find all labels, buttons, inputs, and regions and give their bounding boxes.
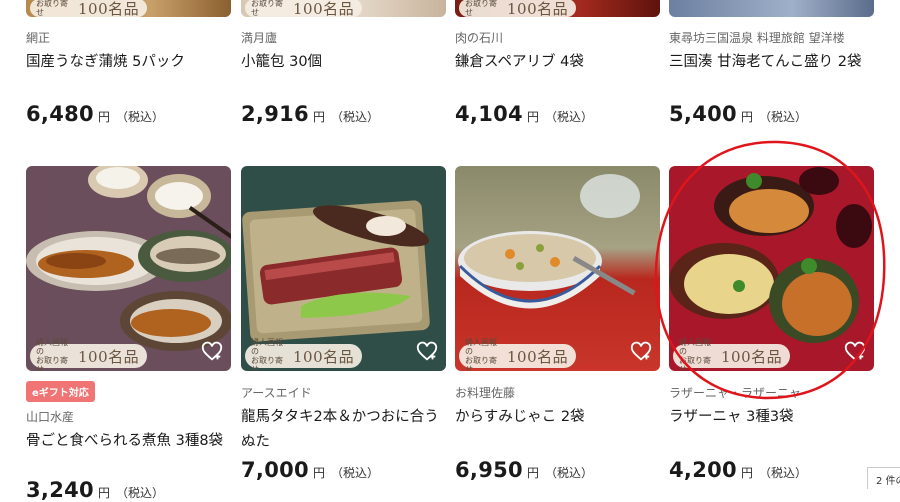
price-value: 2,916 (241, 102, 309, 126)
product-title[interactable]: ラザーニャ 3種3袋 (669, 405, 884, 430)
badge-small-text: 婦人画報の お取り寄せ (465, 338, 497, 371)
badge-small-text: お取り寄せ (251, 0, 283, 17)
product-price: 3,240 円 （税込） (26, 478, 164, 502)
product-maker[interactable]: ラザーニャ・ラザーニャ (669, 384, 801, 401)
product-title[interactable]: からすみじゃこ 2袋 (455, 405, 670, 430)
badge-small-text: お取り寄せ (36, 0, 68, 17)
product-price: 4,104 円 （税込） (455, 102, 593, 126)
product-image[interactable]: お取り寄せ 100名品 (26, 0, 231, 17)
product-title[interactable]: 鎌倉スペアリブ 4袋 (455, 50, 670, 75)
product-title[interactable]: 小籠包 30個 (241, 50, 456, 75)
product-image[interactable]: お取り寄せ 100名品 (455, 0, 660, 17)
product-maker[interactable]: 東尋坊三国温泉 料理旅館 望洋楼 (669, 29, 845, 46)
price-tax: （税込） (544, 466, 593, 480)
price-tax: （税込） (115, 110, 164, 124)
price-value: 6,480 (26, 102, 94, 126)
product-image[interactable]: お取り寄せ 100名品 (241, 0, 446, 17)
product-maker[interactable]: 満月廬 (241, 29, 277, 46)
product-maker[interactable]: お料理佐藤 (455, 384, 515, 401)
price-unit: 円 (740, 466, 753, 480)
product-price: 4,200 円 （税込） (669, 458, 807, 482)
hundred-meihin-badge: 婦人画報の お取り寄せ 100名品 (30, 338, 148, 371)
product-price: 6,950 円 （税込） (455, 458, 593, 482)
hundred-meihin-badge: 婦人画報の お取り寄せ 100名品 (459, 338, 577, 371)
product-price: 7,000 円 （税込） (241, 458, 379, 482)
product-price: 5,400 円 （税込） (669, 102, 807, 126)
badge-small-text: 婦人画報の お取り寄せ (251, 338, 283, 371)
price-unit: 円 (97, 486, 110, 500)
badge-big-text: 100名品 (507, 0, 569, 17)
badge-big-text: 100名品 (293, 347, 355, 366)
product-price: 6,480 円 （税込） (26, 102, 164, 126)
product-maker[interactable]: 山口水産 (26, 408, 74, 425)
price-unit: 円 (312, 466, 325, 480)
price-value: 3,240 (26, 478, 94, 502)
product-maker[interactable]: アースエイド (241, 384, 312, 401)
price-tax: （税込） (758, 110, 807, 124)
favorite-heart-icon[interactable] (416, 341, 438, 363)
badge-small-text: 婦人画報の お取り寄せ (679, 338, 711, 371)
badge-big-text: 100名品 (721, 347, 783, 366)
price-unit: 円 (740, 110, 753, 124)
product-title[interactable]: 龍馬タタキ2本＆かつおに合うぬた (241, 405, 446, 455)
price-value: 6,950 (455, 458, 523, 482)
product-image[interactable]: 婦人画報の お取り寄せ 100名品 (241, 166, 446, 371)
price-unit: 円 (97, 110, 110, 124)
product-price: 2,916 円 （税込） (241, 102, 379, 126)
pagination-count: 2 件の (867, 467, 900, 489)
price-unit: 円 (526, 110, 539, 124)
product-title[interactable]: 三国湊 甘海老てんこ盛り 2袋 (669, 50, 884, 75)
product-title[interactable]: 国産うなぎ蒲焼 5パック (26, 50, 241, 75)
product-image[interactable]: 婦人画報の お取り寄せ 100名品 (669, 166, 874, 371)
price-value: 7,000 (241, 458, 309, 482)
badge-big-text: 100名品 (293, 0, 355, 17)
favorite-heart-icon[interactable] (630, 341, 652, 363)
price-tax: （税込） (115, 486, 164, 500)
product-image[interactable] (669, 0, 874, 17)
badge-small-text: 婦人画報の お取り寄せ (36, 338, 68, 371)
product-maker[interactable]: 網正 (26, 29, 50, 46)
price-value: 4,104 (455, 102, 523, 126)
price-unit: 円 (312, 110, 325, 124)
badge-big-text: 100名品 (507, 347, 569, 366)
hundred-meihin-badge: 婦人画報の お取り寄せ 100名品 (673, 338, 791, 371)
product-image[interactable]: 婦人画報の お取り寄せ 100名品 (455, 166, 660, 371)
price-value: 4,200 (669, 458, 737, 482)
price-value: 5,400 (669, 102, 737, 126)
price-tax: （税込） (758, 466, 807, 480)
favorite-heart-icon[interactable] (201, 341, 223, 363)
price-tax: （税込） (544, 110, 593, 124)
badge-small-text: お取り寄せ (465, 0, 497, 17)
product-image[interactable]: 婦人画報の お取り寄せ 100名品 (26, 166, 231, 371)
price-unit: 円 (526, 466, 539, 480)
favorite-heart-icon[interactable] (844, 341, 866, 363)
product-title[interactable]: 骨ごと食べられる煮魚 3種8袋 (26, 429, 241, 454)
egift-badge: eギフト対応 (26, 381, 95, 402)
product-maker[interactable]: 肉の石川 (455, 29, 503, 46)
price-tax: （税込） (330, 466, 379, 480)
badge-big-text: 100名品 (78, 347, 140, 366)
price-tax: （税込） (330, 110, 379, 124)
badge-big-text: 100名品 (78, 0, 140, 17)
hundred-meihin-badge: 婦人画報の お取り寄せ 100名品 (245, 338, 363, 371)
